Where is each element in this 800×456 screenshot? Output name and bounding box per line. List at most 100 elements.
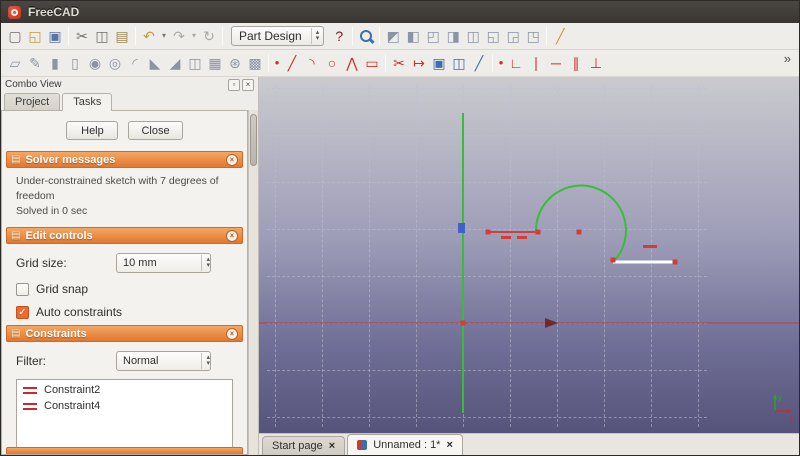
construction-mode-icon[interactable]: ╱ <box>469 53 489 73</box>
constraint-parallel-icon[interactable]: ∥ <box>566 53 586 73</box>
new-document-icon[interactable]: ▢ <box>5 26 25 46</box>
grid-size-combo[interactable]: 10 mm ▴ ▾ <box>116 253 211 273</box>
spinner-arrows-icon[interactable]: ▴ ▾ <box>201 255 210 271</box>
view-rear-icon[interactable]: ◫ <box>463 26 483 46</box>
extend-edge-icon[interactable]: ↦ <box>409 53 429 73</box>
edit-sketch-icon[interactable]: ✎ <box>25 53 45 73</box>
refresh-icon[interactable]: ↻ <box>199 26 219 46</box>
combo-view-header[interactable]: Combo View ▫ × <box>1 77 258 92</box>
chamfer-icon[interactable]: ◣ <box>145 53 165 73</box>
constraint-mark[interactable] <box>517 236 527 239</box>
sketch-canvas[interactable]: yx <box>259 77 799 435</box>
linear-pattern-icon[interactable]: ▦ <box>205 53 225 73</box>
help-button[interactable]: Help <box>66 121 119 140</box>
panel-float-icon[interactable]: ▫ <box>228 78 240 91</box>
whats-this-icon[interactable]: ? <box>329 26 349 46</box>
next-section-header-clipped[interactable] <box>6 447 243 454</box>
sketch-point[interactable] <box>576 229 582 235</box>
constraint-coincident-icon[interactable]: ● <box>496 53 506 73</box>
fillet-icon[interactable]: ◜ <box>125 53 145 73</box>
close-button[interactable]: Close <box>128 121 183 140</box>
sketch-point[interactable] <box>672 259 678 265</box>
groove-icon[interactable]: ◎ <box>105 53 125 73</box>
view-front-icon[interactable]: ◧ <box>403 26 423 46</box>
redo-icon[interactable]: ↷ <box>169 26 189 46</box>
sketch-rectangle-icon[interactable]: ▭ <box>362 53 382 73</box>
constraints-collapse-icon[interactable]: × <box>226 327 238 340</box>
nav-x-label[interactable]: x <box>789 414 793 423</box>
panel-close-icon[interactable]: × <box>242 78 254 91</box>
constraint-list-item[interactable]: Constraint4 <box>19 398 230 414</box>
workbench-selector[interactable]: Part Design ▴ ▾ <box>231 26 325 46</box>
copy-icon[interactable]: ◫ <box>92 26 112 46</box>
view-isometric-icon[interactable]: ◩ <box>383 26 403 46</box>
view-right-icon[interactable]: ◨ <box>443 26 463 46</box>
sketch-polyline-icon[interactable]: ⋀ <box>342 53 362 73</box>
sketch-point-icon[interactable]: ● <box>272 53 282 73</box>
view-axonometric-icon[interactable]: ◳ <box>523 26 543 46</box>
constraint-mark[interactable] <box>643 245 657 248</box>
tab-close-icon[interactable]: × <box>329 440 335 452</box>
sketch-point[interactable] <box>485 229 491 235</box>
panel-scrollbar[interactable] <box>248 110 258 455</box>
sketch-arc-icon[interactable]: ◝ <box>302 53 322 73</box>
grid-snap-checkbox[interactable] <box>16 282 29 296</box>
tab-project[interactable]: Project <box>4 93 61 111</box>
nav-y-arrow-icon[interactable] <box>773 394 777 399</box>
nav-y-label[interactable]: y <box>778 393 782 402</box>
multitransform-icon[interactable]: ▩ <box>245 53 265 73</box>
constraint-mark[interactable] <box>501 236 511 239</box>
save-document-icon[interactable]: ▣ <box>45 26 65 46</box>
constraint-point-on-object-icon[interactable]: ∟ <box>506 53 526 73</box>
sketch-point[interactable] <box>535 229 541 235</box>
constraint-list-item[interactable]: Constraint2 <box>19 382 230 398</box>
freecad-logo-icon[interactable] <box>8 5 21 19</box>
nav-x-arrow-icon[interactable] <box>787 409 792 413</box>
cut-icon[interactable]: ✂ <box>72 26 92 46</box>
view-top-icon[interactable]: ◰ <box>423 26 443 46</box>
constraint-vertical-icon[interactable]: ∣ <box>526 53 546 73</box>
open-document-icon[interactable]: ◱ <box>25 26 45 46</box>
view-left-icon[interactable]: ◲ <box>503 26 523 46</box>
carbon-copy-icon[interactable]: ◫ <box>449 53 469 73</box>
solver-messages-header[interactable]: ▤ Solver messages × <box>6 151 243 168</box>
constraints-header[interactable]: ▤ Constraints × <box>6 325 243 342</box>
create-sketch-icon[interactable]: ▱ <box>5 53 25 73</box>
zoom-fit-icon[interactable] <box>356 26 376 46</box>
mirrored-icon[interactable]: ◫ <box>185 53 205 73</box>
x-axis-arrow[interactable] <box>545 318 558 328</box>
constraint-filter-combo[interactable]: Normal ▴ ▾ <box>116 351 211 371</box>
view-bottom-icon[interactable]: ◱ <box>483 26 503 46</box>
external-geometry-icon[interactable]: ▣ <box>429 53 449 73</box>
constraint-list[interactable]: Constraint2 Constraint4 <box>16 379 233 454</box>
polar-pattern-icon[interactable]: ⊛ <box>225 53 245 73</box>
draft-icon[interactable]: ◢ <box>165 53 185 73</box>
pocket-icon[interactable]: ▯ <box>65 53 85 73</box>
document-tab-unnamed-1[interactable]: Unnamed : 1* × <box>347 434 463 455</box>
edit-origin-marker[interactable] <box>458 223 465 233</box>
sketch-circle-icon[interactable]: ○ <box>322 53 342 73</box>
sketch-line-icon[interactable]: ╱ <box>282 53 302 73</box>
edit-controls-collapse-icon[interactable]: × <box>226 229 238 242</box>
undo-icon[interactable]: ↶ <box>139 26 159 46</box>
revolution-icon[interactable]: ◉ <box>85 53 105 73</box>
sketch-point[interactable] <box>610 257 616 263</box>
tab-tasks[interactable]: Tasks <box>62 93 113 111</box>
solver-collapse-icon[interactable]: × <box>226 153 238 166</box>
paste-icon[interactable]: ▤ <box>112 26 132 46</box>
constraint-horizontal-icon[interactable]: ─ <box>546 53 566 73</box>
panel-scrollbar-thumb[interactable] <box>250 114 257 166</box>
sketch-arc[interactable] <box>534 184 627 261</box>
auto-constraints-checkbox[interactable]: ✓ <box>16 305 29 319</box>
document-tab-start-page[interactable]: Start page × <box>262 436 346 455</box>
edit-controls-header[interactable]: ▤ Edit controls × <box>6 227 243 244</box>
measure-distance-icon[interactable]: ╱ <box>550 26 570 46</box>
toolbar-overflow-icon[interactable]: » <box>780 51 795 66</box>
3d-viewport[interactable]: yx <box>259 77 799 435</box>
pad-icon[interactable]: ▮ <box>45 53 65 73</box>
constraint-perpendicular-icon[interactable]: ⊥ <box>586 53 606 73</box>
trim-edge-icon[interactable]: ✂ <box>389 53 409 73</box>
titlebar[interactable]: FreeCAD <box>1 1 799 23</box>
undo-dropdown-icon[interactable]: ▾ <box>159 26 169 46</box>
sketch-point[interactable] <box>460 320 466 326</box>
